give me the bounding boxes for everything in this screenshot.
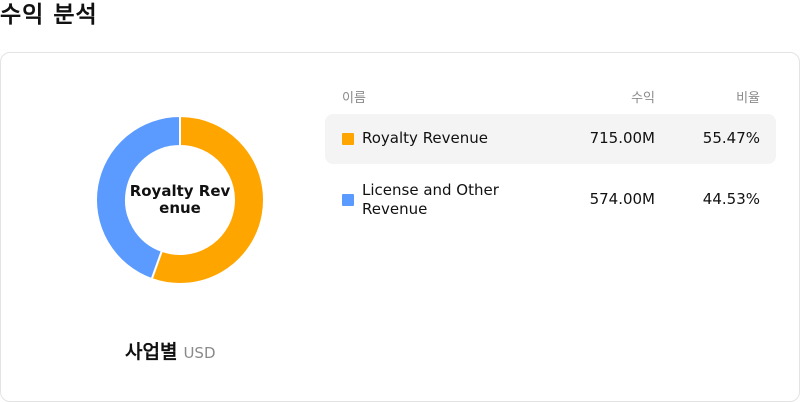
segment-title: 사업별 bbox=[125, 341, 178, 363]
legend-swatch-royalty bbox=[342, 133, 354, 145]
row-name: License and Other Revenue bbox=[362, 181, 499, 218]
donut-chart: Royalty Revenue bbox=[95, 115, 265, 285]
revenue-table: 이름 수익 비율 Royalty Revenue 715.00M 55.47% … bbox=[325, 87, 776, 218]
row-revenue: 715.00M bbox=[589, 129, 655, 147]
header-ratio: 비율 bbox=[736, 91, 760, 106]
chart-caption: 사업별 USD bbox=[125, 337, 216, 364]
table-row[interactable]: License and Other Revenue 574.00M 44.53% bbox=[325, 174, 776, 224]
row-revenue: 574.00M bbox=[589, 190, 655, 208]
table-header: 이름 수익 비율 bbox=[325, 87, 776, 111]
row-ratio: 44.53% bbox=[702, 190, 760, 208]
row-ratio: 55.47% bbox=[702, 129, 760, 147]
page-title: 수익 분석 bbox=[0, 2, 98, 28]
donut-center-label: Royalty Revenue bbox=[129, 182, 231, 217]
revenue-analysis-card: Royalty Revenue 사업별 USD 이름 수익 비율 Royalty … bbox=[0, 52, 800, 402]
currency-unit: USD bbox=[183, 344, 216, 362]
row-name: Royalty Revenue bbox=[362, 129, 489, 147]
legend-swatch-license bbox=[342, 194, 354, 206]
header-name: 이름 bbox=[342, 91, 366, 106]
table-row[interactable]: Royalty Revenue 715.00M 55.47% bbox=[325, 114, 776, 164]
header-revenue: 수익 bbox=[631, 91, 655, 106]
